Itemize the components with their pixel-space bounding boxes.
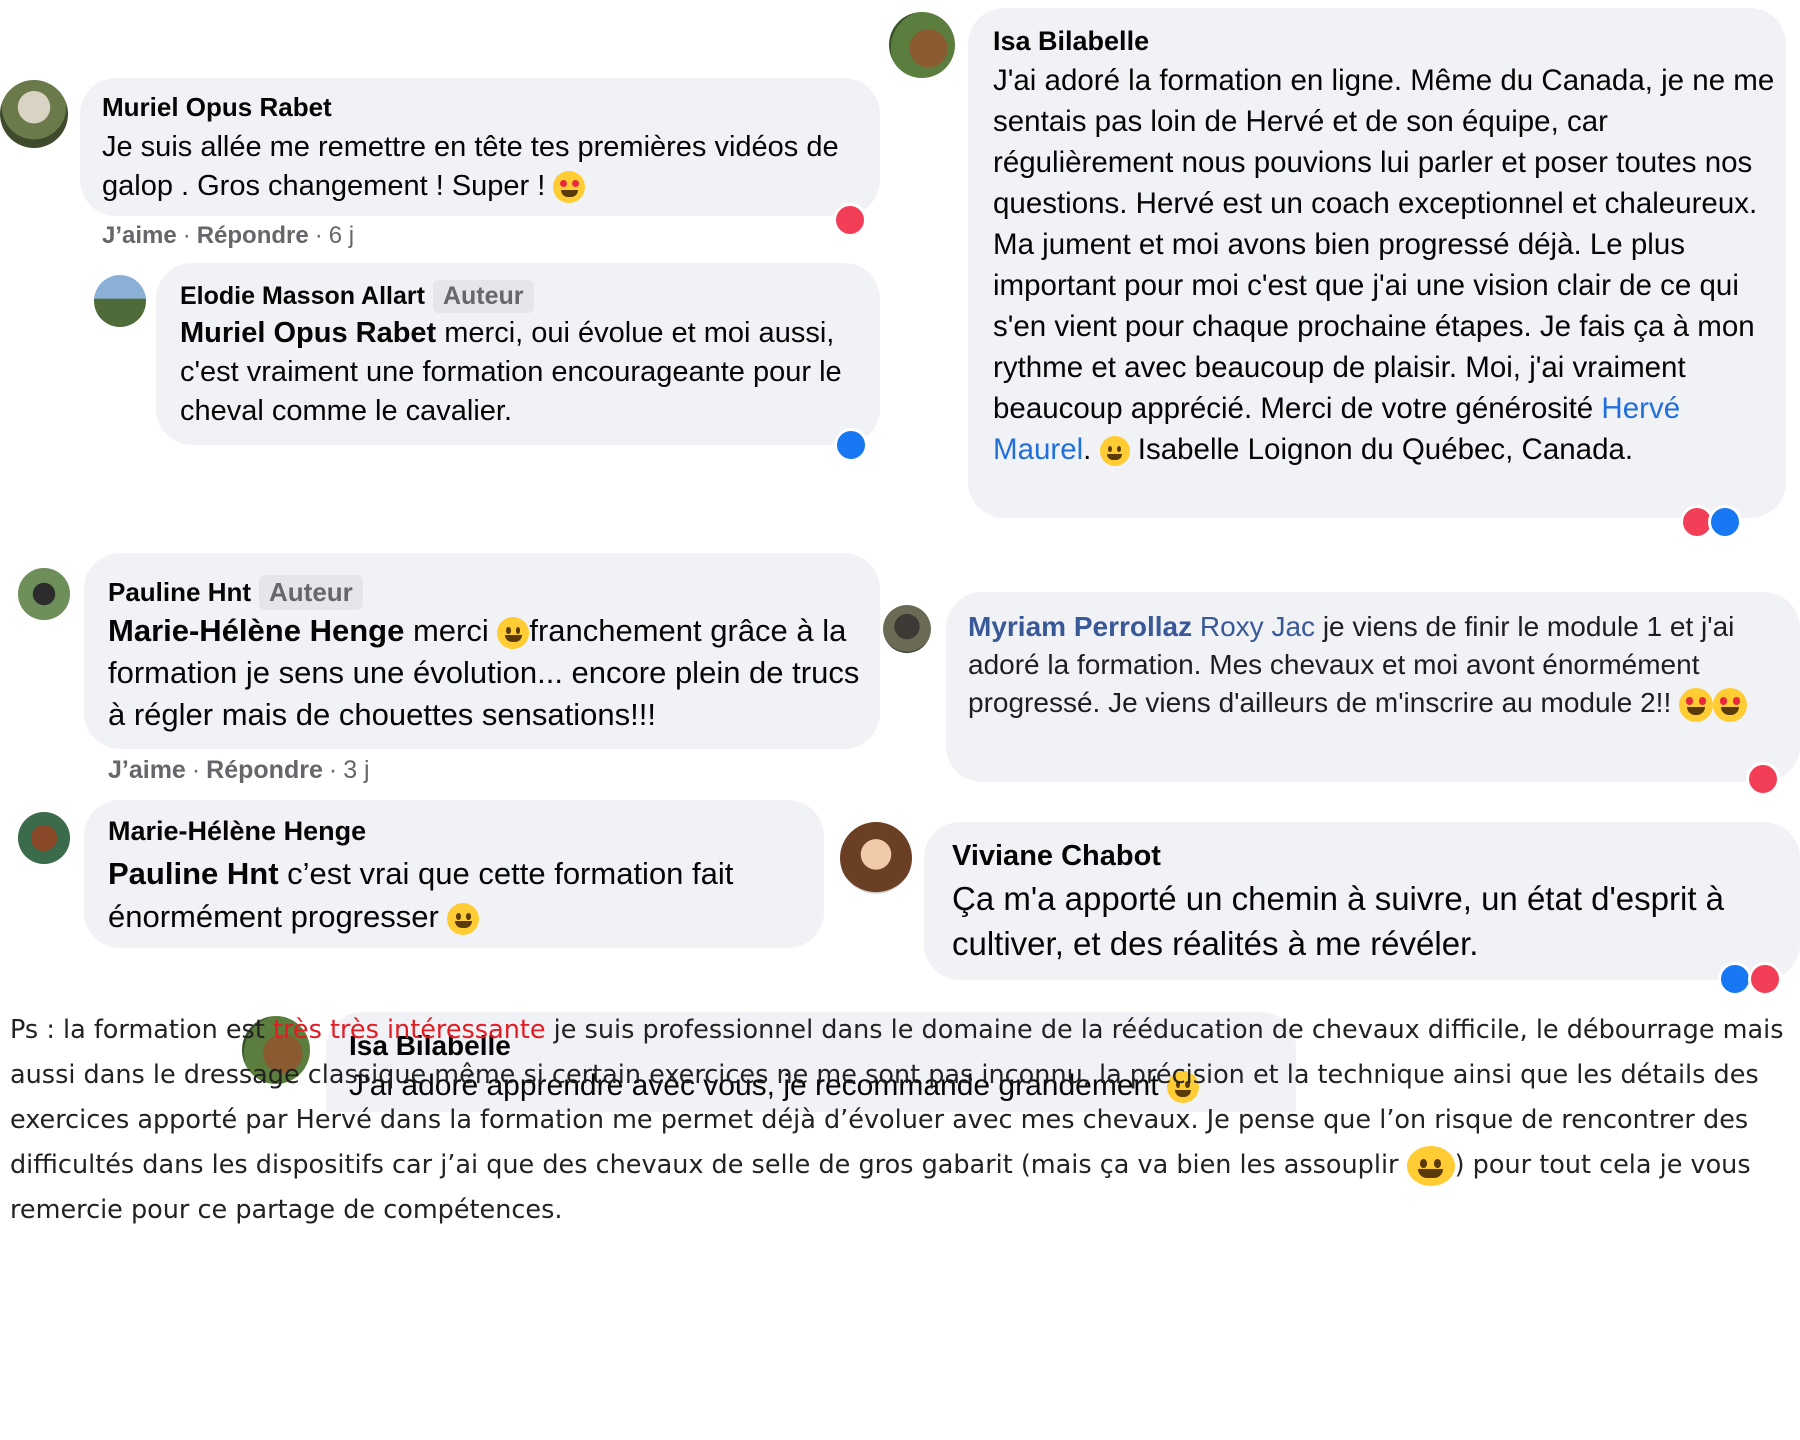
comment-author-viviane[interactable]: Viviane Chabot: [952, 840, 1161, 873]
comment-author-pauline[interactable]: Pauline Hnt: [108, 577, 251, 608]
ps-highlight: très très intéressante: [272, 1015, 546, 1045]
comment-header-elodie: Elodie Masson Allart Auteur: [180, 280, 534, 313]
comment-actions-pauline: J’aime · Répondre · 3 j: [108, 756, 370, 784]
avatar-elodie[interactable]: [94, 275, 146, 327]
wink-emoji-icon: [1406, 1146, 1455, 1186]
ps-testimonial: Ps : la formation est très très intéress…: [10, 1008, 1800, 1233]
comment-time: 3 j: [343, 756, 370, 784]
comment-author-isa-long[interactable]: Isa Bilabelle: [993, 26, 1149, 57]
comment-text-elodie: Muriel Opus Rabet merci, oui évolue et m…: [180, 314, 880, 431]
reply-link[interactable]: Répondre: [206, 756, 323, 784]
comment-time: 6 j: [328, 222, 355, 249]
comment-text-isa-long-body: J'ai adoré la formation en ligne. Même d…: [993, 64, 1775, 425]
avatar-muriel[interactable]: [0, 80, 68, 148]
comment-text-muriel: Je suis allée me remettre en tête tes pr…: [102, 128, 872, 206]
like-reaction-icon[interactable]: [1708, 505, 1742, 539]
comment-author-elodie[interactable]: Elodie Masson Allart: [180, 282, 425, 311]
comment-author-myriam[interactable]: Myriam Perrollaz: [968, 611, 1192, 642]
heart-eyes-emoji-icon: [1713, 687, 1748, 722]
avatar-viviane[interactable]: [840, 822, 912, 894]
like-reaction-icon[interactable]: [1718, 962, 1752, 996]
grinning-emoji-icon: [447, 902, 480, 935]
comment-text-isa-long-end: Isabelle Loignon du Québec, Canada.: [1129, 433, 1634, 466]
grinning-emoji-icon: [1099, 436, 1130, 467]
comment-text-isa-long: J'ai adoré la formation en ligne. Même d…: [993, 60, 1781, 470]
mention-pauline[interactable]: Pauline Hnt: [108, 856, 279, 891]
avatar-pauline[interactable]: [18, 568, 70, 620]
comment-text-myriam: Myriam Perrollaz Roxy Jac je viens de fi…: [968, 608, 1784, 722]
author-badge: Auteur: [432, 280, 534, 313]
ps-prefix: Ps : la formation est: [10, 1015, 273, 1045]
comment-text-muriel-body: Je suis allée me remettre en tête tes pr…: [102, 131, 839, 202]
heart-reaction-icon[interactable]: [833, 203, 867, 237]
like-reaction-icon[interactable]: [834, 428, 868, 462]
heart-eyes-emoji-icon: [1679, 687, 1714, 722]
star-struck-emoji-icon: [553, 171, 586, 204]
reply-link[interactable]: Répondre: [197, 222, 309, 249]
mention-marie-helene[interactable]: Marie-Hélène Henge: [108, 613, 404, 648]
comment-actions-muriel: J’aime · Répondre · 6 j: [102, 222, 355, 249]
author-badge: Auteur: [259, 575, 363, 610]
like-link[interactable]: J’aime: [102, 222, 177, 249]
comment-header-pauline: Pauline Hnt Auteur: [108, 575, 363, 610]
heart-reaction-icon[interactable]: [1746, 762, 1780, 796]
mention-muriel[interactable]: Muriel Opus Rabet: [180, 317, 436, 349]
avatar-myriam[interactable]: [883, 605, 931, 653]
comment-text-pauline-a: merci: [404, 613, 498, 648]
comment-text-viviane: Ça m'a apporté un chemin à suivre, un ét…: [952, 880, 1725, 962]
comment-text-pauline: Marie-Hélène Henge merci franchement grâ…: [108, 610, 868, 736]
comment-author-muriel[interactable]: Muriel Opus Rabet: [102, 92, 332, 123]
avatar-marie-helene[interactable]: [18, 812, 70, 864]
comment-author-marie-helene[interactable]: Marie-Hélène Henge: [108, 816, 366, 847]
comment-text-isa-long-period: .: [1083, 433, 1092, 466]
mention-roxy-jac[interactable]: Roxy Jac: [1200, 611, 1315, 642]
avatar-isa-long[interactable]: [889, 12, 955, 78]
heart-reaction-icon[interactable]: [1748, 962, 1782, 996]
smiling-emoji-icon: [497, 616, 530, 649]
like-link[interactable]: J’aime: [108, 756, 186, 784]
comment-text-marie-helene: Pauline Hnt c’est vrai que cette formati…: [108, 852, 808, 938]
